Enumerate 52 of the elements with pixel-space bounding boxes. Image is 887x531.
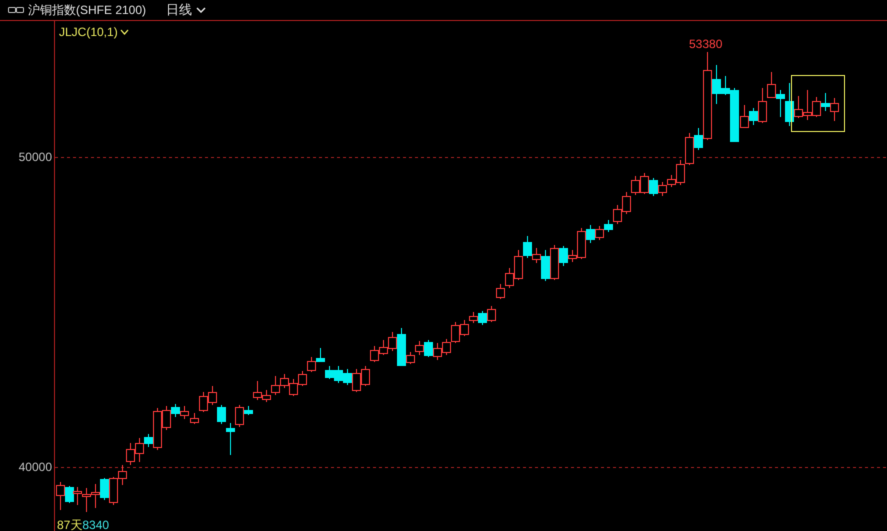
- candlestick: [352, 368, 361, 392]
- chevron-down-icon: [120, 29, 129, 35]
- candlestick: [370, 346, 379, 362]
- candlestick: [91, 484, 100, 508]
- candlestick: [361, 366, 370, 386]
- candlestick: [821, 92, 830, 112]
- indicator-dropdown[interactable]: JLJC(10,1): [59, 23, 129, 41]
- candlestick: [343, 368, 352, 386]
- candlestick: [73, 486, 82, 506]
- candlestick: [622, 192, 631, 214]
- candlestick: [118, 464, 127, 486]
- candlestick: [649, 178, 658, 196]
- candlestick: [208, 386, 217, 406]
- candlestick: [325, 366, 334, 380]
- candlestick: [442, 338, 451, 356]
- high-price-label: 53380: [689, 38, 722, 50]
- day-count-label: 87天: [57, 519, 82, 531]
- candlestick: [460, 320, 469, 336]
- candlestick: [767, 72, 776, 98]
- instrument-title: 沪铜指数(SHFE 2100): [28, 2, 146, 19]
- candlestick: [126, 442, 135, 466]
- axis-label: 50000: [18, 151, 52, 163]
- candlestick: [469, 312, 478, 324]
- candlestick: [289, 378, 298, 396]
- link-icon[interactable]: [8, 6, 24, 14]
- candlestick: [334, 366, 343, 384]
- period-dropdown[interactable]: 日线: [166, 0, 206, 20]
- candlestick: [595, 226, 604, 240]
- candlestick: [487, 306, 496, 322]
- candlestick: [631, 176, 640, 196]
- candlestick: [415, 340, 424, 356]
- candlestick: [433, 342, 442, 360]
- candlestick: [640, 172, 649, 194]
- candlestick: [424, 340, 433, 358]
- candlestick: [180, 406, 189, 420]
- highlight-frame: [791, 75, 845, 132]
- candlestick: [478, 310, 487, 326]
- candlestick: [316, 348, 325, 362]
- candlestick: [82, 488, 91, 512]
- candlestick: [658, 182, 667, 196]
- candlestick: [307, 356, 316, 372]
- candlestick: [280, 374, 289, 388]
- low-price-label: 8340: [82, 519, 110, 531]
- candlestick: [830, 98, 839, 122]
- candlestick: [298, 370, 307, 386]
- axis-label: 40000: [18, 461, 52, 473]
- candlestick: [109, 476, 118, 506]
- candlestick: [379, 340, 388, 356]
- candlestick: [100, 478, 109, 500]
- chevron-down-icon: [196, 7, 206, 13]
- candlestick: [451, 322, 460, 344]
- candlestick: [496, 284, 505, 300]
